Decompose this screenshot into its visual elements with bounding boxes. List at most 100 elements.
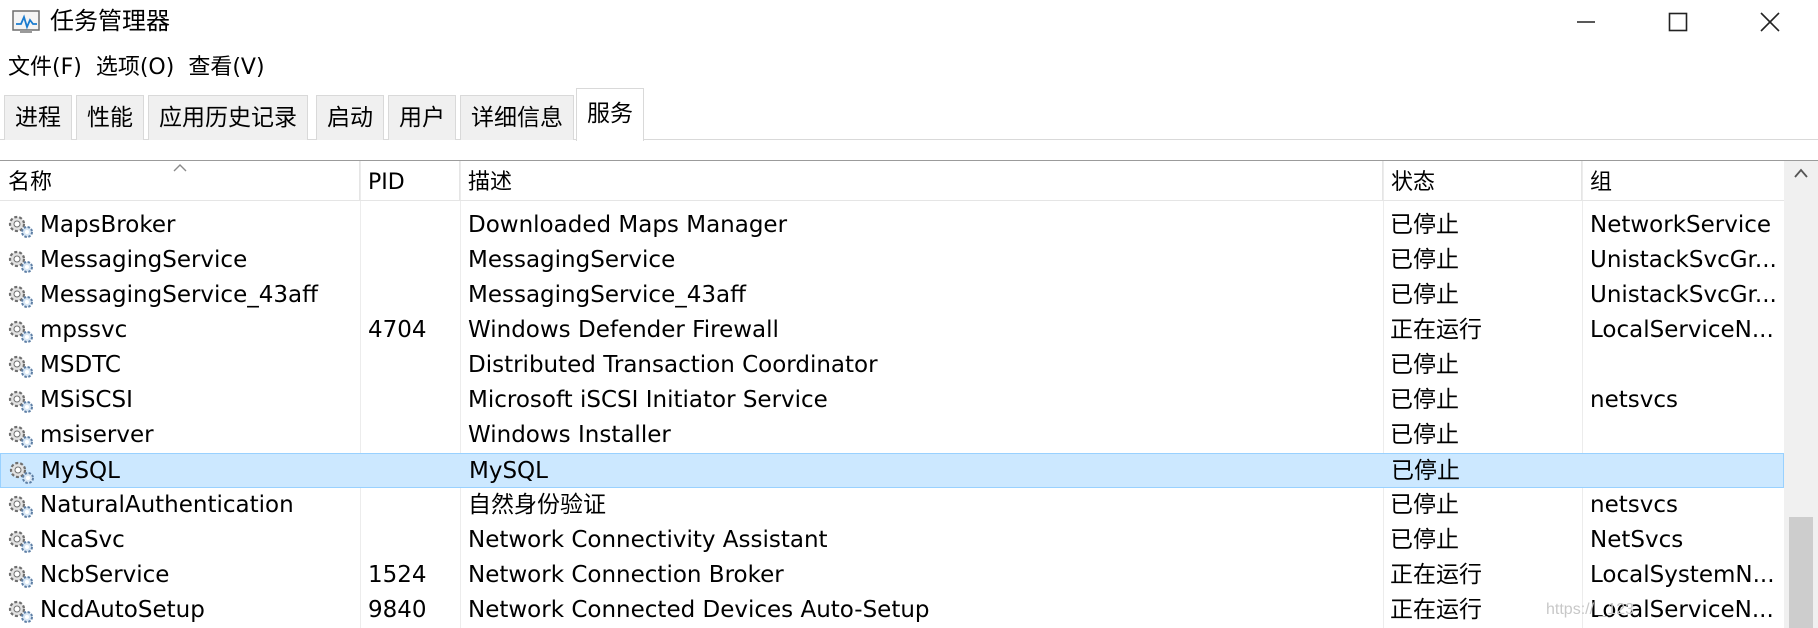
title-bar: 任务管理器 <box>0 0 1818 44</box>
service-gear-icon <box>6 492 36 520</box>
column-header-row: 名称 PID 描述 状态 组 <box>0 161 1784 201</box>
maximize-button[interactable] <box>1632 0 1724 44</box>
service-status: 已停止 <box>1390 282 1459 308</box>
service-description: Network Connection Broker <box>468 562 784 588</box>
tab-users[interactable]: 用户 <box>388 95 456 140</box>
table-row[interactable]: MSDTC Distributed Transaction Coordinato… <box>0 348 1784 383</box>
service-pid <box>368 418 458 453</box>
service-group <box>1591 454 1781 489</box>
service-name: MapsBroker <box>40 212 176 238</box>
service-gear-icon <box>6 562 36 590</box>
menu-bar: 文件(F) 选项(O) 查看(V) <box>0 50 272 86</box>
scrollbar-thumb[interactable] <box>1789 517 1813 628</box>
service-group: netsvcs <box>1590 387 1678 413</box>
service-pid <box>368 278 458 313</box>
service-pid <box>368 208 458 243</box>
column-header-pid[interactable]: PID <box>360 161 460 201</box>
service-pid <box>368 348 458 383</box>
service-name: NcbService <box>40 562 170 588</box>
column-header-status[interactable]: 状态 <box>1383 161 1582 201</box>
service-name: mpssvc <box>40 317 128 343</box>
column-header-description[interactable]: 描述 <box>460 161 1383 201</box>
scroll-up-button[interactable] <box>1784 167 1818 187</box>
table-row[interactable]: NcaSvc Network Connectivity Assistant 已停… <box>0 523 1784 558</box>
tab-performance[interactable]: 性能 <box>76 95 144 140</box>
service-gear-icon <box>6 422 36 450</box>
table-row[interactable]: mpssvc 4704 Windows Defender Firewall 正在… <box>0 313 1784 348</box>
service-gear-icon <box>6 317 36 345</box>
service-description: 自然身份验证 <box>468 492 606 518</box>
service-group <box>1590 348 1780 383</box>
table-row[interactable]: msiserver Windows Installer 已停止 <box>0 418 1784 453</box>
sort-ascending-icon <box>173 164 187 172</box>
service-description: Network Connectivity Assistant <box>468 527 828 553</box>
service-name: MSDTC <box>40 352 121 378</box>
service-pid: 4704 <box>368 317 427 343</box>
service-pid <box>368 523 458 558</box>
tab-startup[interactable]: 启动 <box>316 95 384 140</box>
service-pid <box>368 488 458 523</box>
task-manager-window: 任务管理器 文件(F) 选项(O) 查看(V) 进程 性能 应用历史记录 启动 <box>0 0 1818 628</box>
service-gear-icon <box>7 458 37 486</box>
table-row[interactable]: MSiSCSI Microsoft iSCSI Initiator Servic… <box>0 383 1784 418</box>
service-description: MessagingService_43aff <box>468 282 746 308</box>
service-description: Windows Installer <box>468 422 671 448</box>
minimize-button[interactable] <box>1540 0 1632 44</box>
menu-file[interactable]: 文件(F) <box>0 50 89 86</box>
column-header-group[interactable]: 组 <box>1582 161 1784 201</box>
tab-services[interactable]: 服务 <box>576 88 644 141</box>
service-gear-icon <box>6 282 36 310</box>
menu-options[interactable]: 选项(O) <box>89 50 181 86</box>
service-group <box>1590 418 1780 453</box>
service-gear-icon <box>6 597 36 625</box>
minimize-icon <box>1577 21 1595 23</box>
service-status: 已停止 <box>1390 527 1459 553</box>
service-status: 已停止 <box>1391 458 1460 484</box>
service-name: NcaSvc <box>40 527 125 553</box>
tab-processes[interactable]: 进程 <box>4 95 72 140</box>
close-button[interactable] <box>1724 0 1816 44</box>
service-status: 已停止 <box>1390 492 1459 518</box>
service-pid <box>368 383 458 418</box>
service-group: LocalSystemN... <box>1590 562 1775 588</box>
service-description: Network Connected Devices Auto-Setup <box>468 597 930 623</box>
table-row[interactable]: NaturalAuthentication 自然身份验证 已停止 netsvcs <box>0 488 1784 523</box>
service-gear-icon <box>6 527 36 555</box>
watermark-text: https:// _123 <box>1546 601 1635 618</box>
column-header-name[interactable]: 名称 <box>0 161 360 201</box>
services-list: 名称 PID 描述 状态 组 MapsBroker Downloaded Map… <box>0 160 1818 628</box>
service-gear-icon <box>6 387 36 415</box>
service-gear-icon <box>6 352 36 380</box>
column-header-name-label: 名称 <box>8 170 53 195</box>
service-group: UnistackSvcGr... <box>1590 282 1777 308</box>
service-group: netsvcs <box>1590 492 1678 518</box>
service-name: NaturalAuthentication <box>40 492 294 518</box>
service-pid: 1524 <box>368 562 427 588</box>
table-row[interactable]: MapsBroker Downloaded Maps Manager 已停止 N… <box>0 208 1784 243</box>
service-description: MySQL <box>469 458 548 484</box>
service-status: 正在运行 <box>1390 317 1482 343</box>
table-row[interactable]: MessagingService_43aff MessagingService_… <box>0 278 1784 313</box>
table-row[interactable]: NcbService 1524 Network Connection Broke… <box>0 558 1784 593</box>
tab-details[interactable]: 详细信息 <box>460 95 574 140</box>
service-description: Downloaded Maps Manager <box>468 212 788 238</box>
tab-app-history[interactable]: 应用历史记录 <box>148 95 308 140</box>
service-gear-icon <box>6 212 36 240</box>
service-group: NetSvcs <box>1590 527 1684 553</box>
table-row[interactable]: NcdAutoSetup 9840 Network Connected Devi… <box>0 593 1784 628</box>
table-row[interactable]: MessagingService MessagingService 已停止 Un… <box>0 243 1784 278</box>
task-manager-icon <box>12 8 42 34</box>
vertical-scrollbar[interactable] <box>1784 161 1818 628</box>
service-description: MessagingService <box>468 247 676 273</box>
service-pid: 9840 <box>368 597 427 623</box>
service-pid <box>369 454 459 489</box>
service-description: Windows Defender Firewall <box>468 317 779 343</box>
table-row-selected[interactable]: MySQL MySQL 已停止 <box>0 453 1784 488</box>
service-description: Microsoft iSCSI Initiator Service <box>468 387 828 413</box>
menu-view[interactable]: 查看(V) <box>181 50 271 86</box>
service-group: LocalServiceN... <box>1590 317 1774 343</box>
chevron-up-icon <box>1794 168 1808 178</box>
service-name: MSiSCSI <box>40 387 133 413</box>
service-pid <box>368 243 458 278</box>
maximize-icon <box>1668 12 1688 32</box>
